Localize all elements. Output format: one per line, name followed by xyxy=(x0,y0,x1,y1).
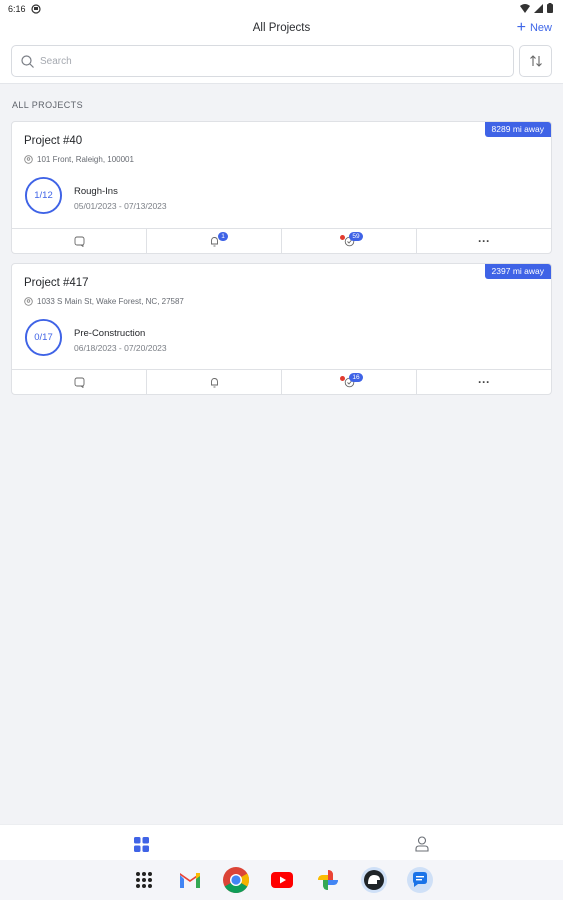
search-icon xyxy=(21,54,34,68)
more-action[interactable]: ··· xyxy=(417,370,551,394)
card-actions: 16 ··· xyxy=(12,369,551,394)
messages-icon xyxy=(406,867,433,893)
tasks-action[interactable]: 16 xyxy=(282,370,417,394)
project-address: 101 Front, Raleigh, 100001 xyxy=(37,155,134,164)
youtube-app[interactable] xyxy=(266,864,298,896)
project-address-row: 101 Front, Raleigh, 100001 xyxy=(24,155,134,164)
bottom-navigation xyxy=(0,824,563,860)
chat-icon xyxy=(74,377,84,388)
section-label: ALL PROJECTS xyxy=(12,100,83,110)
project-card[interactable]: 2397 mi away Project #417 1033 S Main St… xyxy=(11,263,552,395)
project-name: Project #40 xyxy=(24,135,83,147)
gmail-app[interactable] xyxy=(174,864,206,896)
project-dates: 06/18/2023 - 07/20/2023 xyxy=(74,343,167,353)
signal-icon xyxy=(534,3,543,13)
profile-icon xyxy=(415,836,429,852)
wifi-icon xyxy=(520,3,530,13)
sort-icon xyxy=(529,55,542,67)
card-actions: 1 59 ··· xyxy=(12,228,551,253)
distance-badge: 8289 mi away xyxy=(484,122,551,137)
project-phase: Pre-Construction xyxy=(74,328,146,339)
face-status-icon xyxy=(30,4,41,14)
location-pin-icon xyxy=(24,297,33,306)
sort-button[interactable] xyxy=(519,45,552,77)
app-drawer-button[interactable] xyxy=(128,864,160,896)
app-shortcut[interactable] xyxy=(358,864,390,896)
alert-dot xyxy=(339,376,345,381)
progress-text: 0/17 xyxy=(34,332,53,343)
app-icon xyxy=(360,867,387,893)
battery-icon xyxy=(547,3,553,13)
more-icon: ··· xyxy=(478,375,490,389)
tasks-action[interactable]: 59 xyxy=(282,229,417,253)
nav-profile[interactable] xyxy=(412,835,432,853)
page-title: All Projects xyxy=(252,22,311,34)
chat-icon xyxy=(74,236,84,247)
app-bar: All Projects + New xyxy=(0,18,563,84)
chrome-app[interactable] xyxy=(220,864,252,896)
nav-projects[interactable] xyxy=(131,835,151,853)
bell-icon xyxy=(210,377,218,387)
search-field[interactable] xyxy=(11,45,514,77)
messages-app[interactable] xyxy=(404,864,436,896)
chat-action[interactable] xyxy=(12,370,147,394)
status-bar: 6:16 xyxy=(0,0,563,18)
new-project-button[interactable]: + New xyxy=(516,19,552,36)
chat-action[interactable] xyxy=(12,229,147,253)
alert-dot xyxy=(339,235,345,240)
new-button-label: New xyxy=(529,22,552,34)
location-pin-icon xyxy=(24,155,33,164)
project-phase: Rough-Ins xyxy=(74,186,118,197)
project-address: 1033 S Main St, Wake Forest, NC, 27587 xyxy=(37,297,184,306)
notifications-count: 1 xyxy=(218,232,228,241)
gmail-icon xyxy=(179,872,200,888)
photos-app[interactable] xyxy=(312,864,344,896)
project-address-row: 1033 S Main St, Wake Forest, NC, 27587 xyxy=(24,297,184,306)
tasks-count: 59 xyxy=(349,232,363,241)
youtube-icon xyxy=(270,872,293,888)
project-dates: 05/01/2023 - 07/13/2023 xyxy=(74,201,167,211)
search-input[interactable] xyxy=(40,55,480,67)
notifications-action[interactable]: 1 xyxy=(147,229,282,253)
status-time: 6:16 xyxy=(8,4,26,14)
progress-text: 1/12 xyxy=(34,190,53,201)
notifications-action[interactable] xyxy=(147,370,282,394)
more-icon: ··· xyxy=(478,234,490,248)
project-name: Project #417 xyxy=(24,277,89,289)
chrome-icon xyxy=(222,867,249,894)
project-card[interactable]: 8289 mi away Project #40 101 Front, Rale… xyxy=(11,121,552,254)
distance-badge: 2397 mi away xyxy=(484,264,551,279)
projects-grid-icon xyxy=(133,836,149,852)
system-taskbar xyxy=(0,860,563,900)
tasks-count: 16 xyxy=(349,373,363,382)
plus-icon: + xyxy=(516,19,526,36)
app-drawer-icon xyxy=(135,872,152,888)
more-action[interactable]: ··· xyxy=(417,229,551,253)
photos-icon xyxy=(317,870,338,890)
